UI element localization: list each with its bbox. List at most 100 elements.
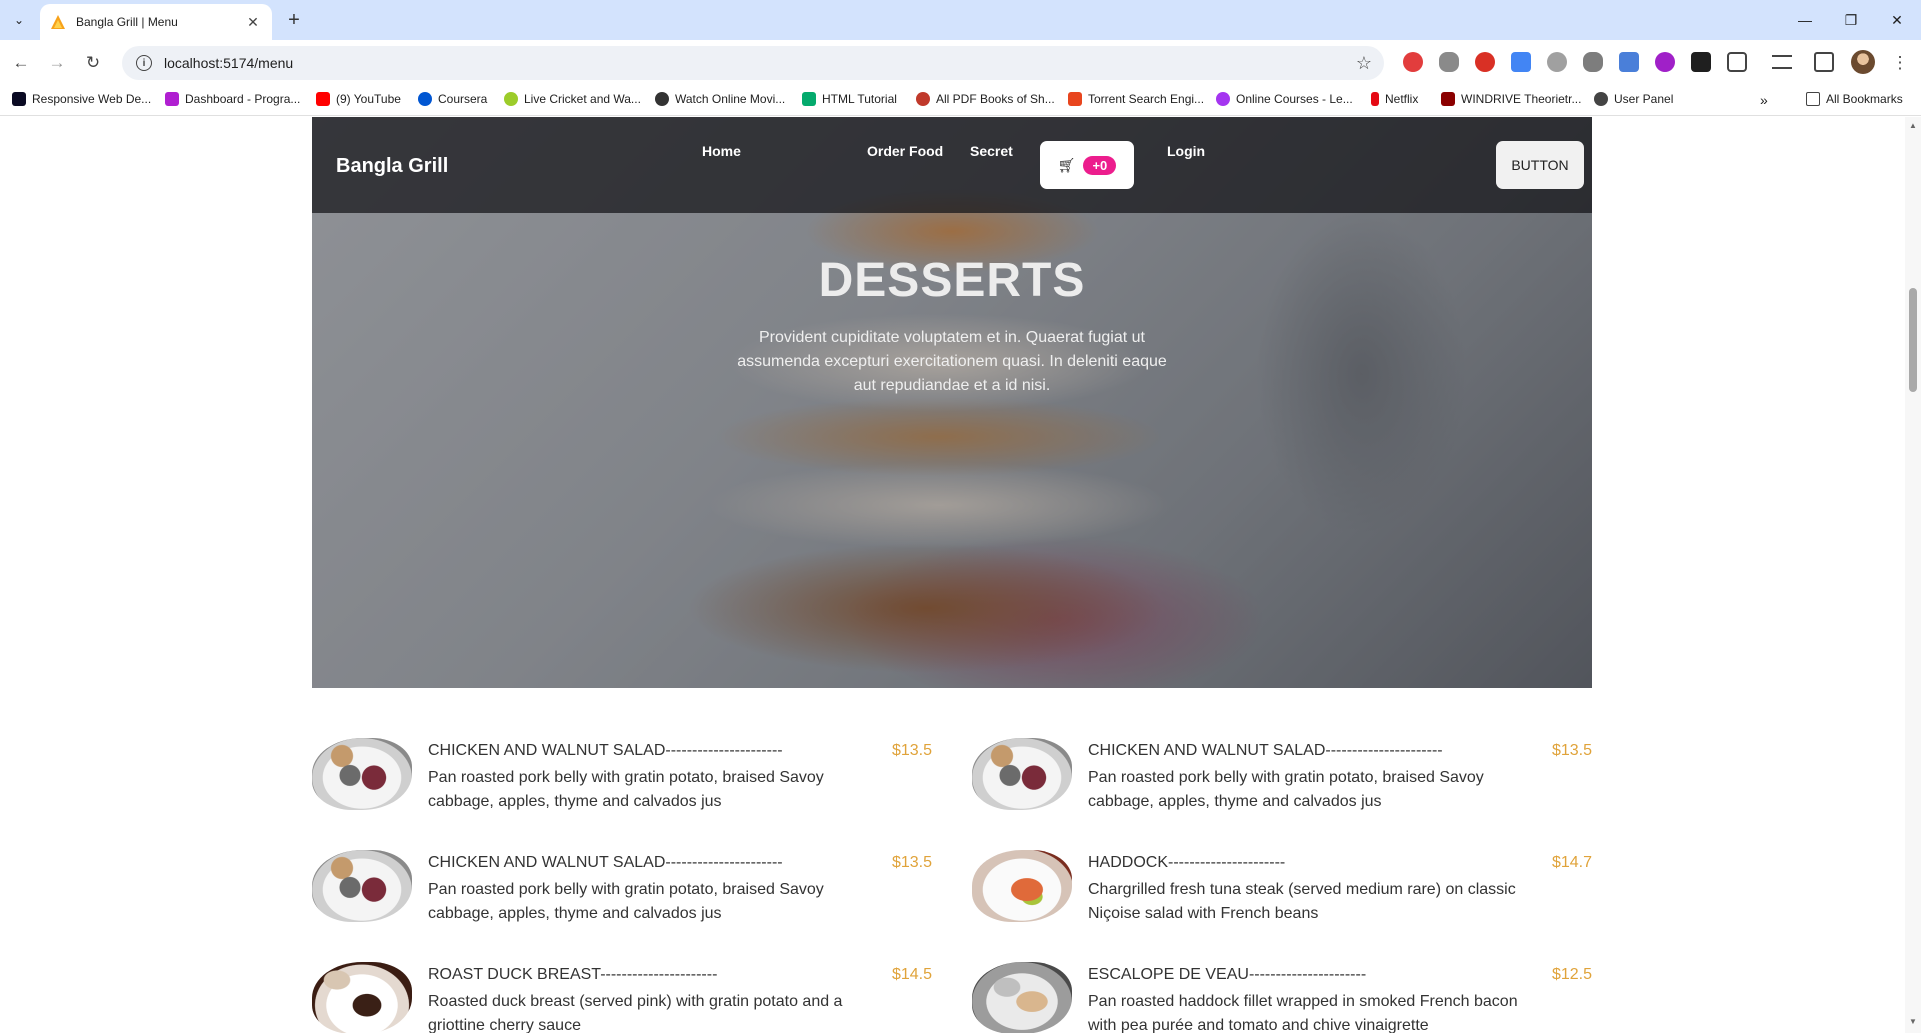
nav-link-secret[interactable]: Secret xyxy=(970,143,1013,159)
minimize-icon[interactable]: — xyxy=(1785,8,1825,32)
extension-icon[interactable] xyxy=(1691,52,1711,72)
more-bookmarks-chevron-icon[interactable]: » xyxy=(1760,92,1768,108)
nav-link-home[interactable]: Home xyxy=(702,143,741,159)
bookmark-star-icon[interactable]: ☆ xyxy=(1356,53,1372,74)
bookmark-item[interactable]: WINDRIVE Theorietr... xyxy=(1441,92,1581,106)
tab-title: Bangla Grill | Menu xyxy=(76,15,178,29)
hero-title: DESSERTS xyxy=(818,254,1086,307)
folder-icon xyxy=(1806,92,1820,106)
menu-item: ESCALOPE DE VEAU---------------------- $… xyxy=(972,962,1592,1033)
page-viewport: Bangla Grill Home Order Food Secret 🛒︎ +… xyxy=(0,117,1905,1033)
nav-link-order-food[interactable]: Order Food xyxy=(867,143,943,159)
bookmark-item[interactable]: Watch Online Movi... xyxy=(655,92,785,106)
bookmark-item[interactable]: Online Courses - Le... xyxy=(1216,92,1353,106)
youtube-icon xyxy=(316,92,330,106)
dish-description: Pan roasted haddock fillet wrapped in sm… xyxy=(1088,993,1518,1033)
dish-price: $12.5 xyxy=(1551,966,1592,983)
scroll-up-arrow-icon[interactable]: ▲ xyxy=(1909,121,1917,130)
bookmark-item[interactable]: Dashboard - Progra... xyxy=(165,92,300,106)
udemy-icon xyxy=(1216,92,1230,106)
address-bar[interactable]: i localhost:5174/menu ☆ xyxy=(122,46,1384,80)
dish-price: $14.5 xyxy=(891,966,932,983)
bookmark-item[interactable]: Responsive Web De... xyxy=(12,92,151,106)
dish-name: HADDOCK---------------------- xyxy=(1088,854,1286,871)
all-bookmarks-folder[interactable]: All Bookmarks xyxy=(1806,92,1903,106)
cricket-ball-icon xyxy=(504,92,518,106)
forward-arrow-icon[interactable]: → xyxy=(44,50,70,76)
bookmark-item[interactable]: Torrent Search Engi... xyxy=(1068,92,1204,106)
menu-item: CHICKEN AND WALNUT SALAD----------------… xyxy=(972,738,1592,818)
menu-item: ROAST DUCK BREAST---------------------- … xyxy=(312,962,932,1033)
dish-price: $14.7 xyxy=(1551,854,1592,871)
film-reel-icon xyxy=(655,92,669,106)
dish-image xyxy=(312,738,412,810)
bookmark-item[interactable]: All PDF Books of Sh... xyxy=(916,92,1055,106)
cart-button[interactable]: 🛒︎ +0 xyxy=(1040,141,1134,189)
browser-toolbar: ← → ↻ i localhost:5174/menu ☆ ⋮ xyxy=(0,40,1921,84)
browser-tabstrip: ⌄ Bangla Grill | Menu ✕ + — ❐ ✕ xyxy=(0,0,1921,40)
programming-hero-icon xyxy=(165,92,179,106)
translate-extension-icon[interactable] xyxy=(1511,52,1531,72)
dish-description: Pan roasted pork belly with gratin potat… xyxy=(1088,769,1484,810)
dish-price: $13.5 xyxy=(891,742,932,759)
reload-icon[interactable]: ↻ xyxy=(80,50,106,76)
menu-item: HADDOCK---------------------- $14.7 Char… xyxy=(972,850,1592,930)
bookmark-item[interactable]: (9) YouTube xyxy=(316,92,401,106)
extension-icon[interactable] xyxy=(1475,52,1495,72)
browser-tab[interactable]: Bangla Grill | Menu ✕ xyxy=(40,4,272,40)
netflix-icon xyxy=(1371,92,1379,106)
globe-icon xyxy=(916,92,930,106)
nav-link-login[interactable]: Login xyxy=(1167,143,1205,159)
extension-icon[interactable] xyxy=(1583,52,1603,72)
restore-icon[interactable]: ❐ xyxy=(1831,8,1871,32)
bookmark-item[interactable]: HTML Tutorial xyxy=(802,92,897,106)
browser-menu-kebab-icon[interactable]: ⋮ xyxy=(1887,50,1913,76)
address-url[interactable]: localhost:5174/menu xyxy=(164,55,293,71)
back-arrow-icon[interactable]: ← xyxy=(8,50,34,76)
extension-icon[interactable] xyxy=(1619,52,1639,72)
w3schools-icon xyxy=(802,92,816,106)
dish-image xyxy=(312,850,412,922)
dish-name: CHICKEN AND WALNUT SALAD----------------… xyxy=(428,854,783,871)
page-scrollbar[interactable]: ▲ ▼ xyxy=(1905,117,1921,1033)
dish-description: Chargrilled fresh tuna steak (served med… xyxy=(1088,881,1516,922)
tab-close-icon[interactable]: ✕ xyxy=(244,14,262,31)
bookmark-item[interactable]: Netflix xyxy=(1371,92,1418,106)
dish-image xyxy=(972,962,1072,1033)
dish-image xyxy=(972,850,1072,922)
globe-extension-icon[interactable] xyxy=(1547,52,1567,72)
side-panel-icon[interactable] xyxy=(1814,52,1834,72)
bookmark-item[interactable]: Coursera xyxy=(418,92,487,106)
globe-icon xyxy=(1594,92,1608,106)
site-brand[interactable]: Bangla Grill xyxy=(336,155,448,178)
dish-name: CHICKEN AND WALNUT SALAD----------------… xyxy=(1088,742,1443,759)
dish-price: $13.5 xyxy=(891,854,932,871)
tab-search-chevron-icon[interactable]: ⌄ xyxy=(6,8,32,32)
dish-price: $13.5 xyxy=(1551,742,1592,759)
extension-icon[interactable] xyxy=(1439,52,1459,72)
bookmark-item[interactable]: Live Cricket and Wa... xyxy=(504,92,641,106)
profile-avatar[interactable] xyxy=(1851,50,1875,74)
windrive-icon xyxy=(1441,92,1455,106)
dish-description: Roasted duck breast (served pink) with g… xyxy=(428,993,843,1033)
extensions-puzzle-icon[interactable] xyxy=(1727,52,1747,72)
hero-description: Provident cupiditate voluptatem et in. Q… xyxy=(737,329,1167,394)
reading-list-icon[interactable] xyxy=(1772,55,1792,69)
dish-description: Pan roasted pork belly with gratin potat… xyxy=(428,769,824,810)
adblock-extension-icon[interactable] xyxy=(1403,52,1423,72)
scroll-down-arrow-icon[interactable]: ▼ xyxy=(1909,1017,1917,1026)
extension-icon[interactable] xyxy=(1655,52,1675,72)
cart-count-badge: +0 xyxy=(1083,155,1117,175)
bookmark-item[interactable]: User Panel xyxy=(1594,92,1673,106)
close-window-icon[interactable]: ✕ xyxy=(1877,8,1917,32)
dish-description: Pan roasted pork belly with gratin potat… xyxy=(428,881,824,922)
hero-banner: Bangla Grill Home Order Food Secret 🛒︎ +… xyxy=(312,117,1592,688)
freecodecamp-icon xyxy=(12,92,26,106)
navbar-action-button[interactable]: BUTTON xyxy=(1496,141,1584,189)
menu-item: CHICKEN AND WALNUT SALAD----------------… xyxy=(312,850,932,930)
site-info-icon[interactable]: i xyxy=(136,55,152,71)
scrollbar-thumb[interactable] xyxy=(1909,288,1917,392)
new-tab-plus-icon[interactable]: + xyxy=(282,8,306,32)
menu-item: CHICKEN AND WALNUT SALAD----------------… xyxy=(312,738,932,818)
shopping-cart-icon: 🛒︎ xyxy=(1057,156,1076,173)
